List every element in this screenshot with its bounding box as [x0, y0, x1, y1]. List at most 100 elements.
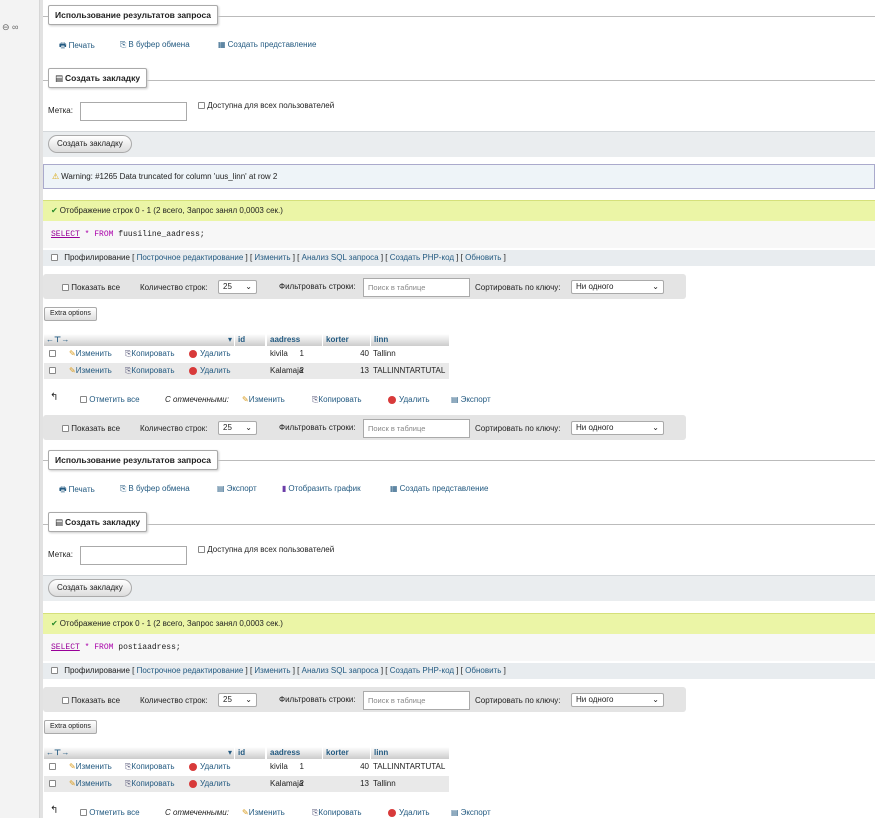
row-copy-link[interactable]: ⎘Копировать	[125, 346, 174, 362]
create-view-link[interactable]: ▦ Создать представление	[218, 40, 316, 49]
profiling-checkbox[interactable]	[51, 667, 58, 675]
edit-query-link[interactable]: Изменить	[254, 666, 290, 675]
filter-input[interactable]: Поиск в таблице	[363, 419, 470, 438]
bulk-copy-link[interactable]: ⎘Копировать	[312, 808, 361, 818]
column-header-aadress[interactable]: aadress	[267, 747, 322, 759]
row-edit-link[interactable]: ✎Изменить	[69, 346, 112, 362]
create-bookmark-button[interactable]: Создать закладку	[48, 579, 132, 597]
refresh-link[interactable]: Обновить	[465, 666, 501, 675]
sort-select[interactable]: Ни одного ⌄	[571, 421, 664, 435]
column-header-linn[interactable]: linn	[371, 747, 449, 759]
explain-sql-link[interactable]: Анализ SQL запроса	[302, 253, 379, 262]
bookmark-label-input[interactable]	[80, 102, 187, 121]
create-bookmark-button[interactable]: Создать закладку	[48, 135, 132, 153]
check-all-checkbox[interactable]	[80, 396, 87, 404]
bulk-delete-link[interactable]: Удалить	[388, 395, 430, 404]
bookmark-public-option[interactable]: Доступна для всех пользователей	[198, 101, 334, 110]
show-all-checkbox[interactable]	[62, 425, 69, 433]
bookmark-public-option[interactable]: Доступна для всех пользователей	[198, 545, 334, 554]
display-chart-link[interactable]: ▮ Отобразить график	[282, 484, 361, 493]
bulk-export-link[interactable]: ▤ Экспорт	[451, 395, 491, 404]
row-edit-link[interactable]: ✎Изменить	[69, 759, 112, 775]
print-link[interactable]: 🖶 Печать	[59, 484, 95, 498]
column-header-aadress[interactable]: aadress	[267, 334, 322, 346]
column-header-id[interactable]: id	[235, 334, 265, 346]
sort-arrow-icon[interactable]: ▾	[228, 334, 232, 346]
with-selected-label: С отмеченными:	[165, 395, 229, 404]
row-copy-link[interactable]: ⎘Копировать	[125, 776, 174, 792]
column-header-korter[interactable]: korter	[323, 334, 370, 346]
cell-aadress[interactable]: Kalamaja	[270, 363, 303, 379]
row-checkbox[interactable]	[49, 780, 56, 788]
row-delete-link[interactable]: Удалить	[189, 759, 231, 775]
public-checkbox[interactable]	[198, 546, 205, 554]
cell-aadress[interactable]: kivila	[270, 346, 288, 362]
bulk-delete-link[interactable]: Удалить	[388, 808, 430, 817]
bookmark-label-input[interactable]	[80, 546, 187, 565]
bulk-export-link[interactable]: ▤ Экспорт	[451, 808, 491, 817]
create-view-link[interactable]: ▦ Создать представление	[390, 484, 488, 493]
row-edit-link[interactable]: ✎Изменить	[69, 363, 112, 379]
column-header-id[interactable]: id	[235, 747, 265, 759]
extra-options-button[interactable]: Extra options	[44, 307, 97, 321]
cell-linn[interactable]: Tallinn	[373, 346, 396, 362]
filter-input[interactable]: Поиск в таблице	[363, 691, 470, 710]
row-copy-link[interactable]: ⎘Копировать	[125, 363, 174, 379]
profiling-checkbox[interactable]	[51, 254, 58, 262]
row-copy-link[interactable]: ⎘Копировать	[125, 759, 174, 775]
column-resize-icon[interactable]: ←⊤→	[46, 335, 69, 344]
cell-korter[interactable]: 40	[324, 759, 369, 775]
column-resize-icon[interactable]: ←⊤→	[46, 748, 69, 757]
row-checkbox[interactable]	[49, 367, 56, 375]
show-all-checkbox[interactable]	[62, 284, 69, 292]
sort-select[interactable]: Ни одного ⌄	[571, 280, 664, 294]
print-link[interactable]: 🖶 Печать	[59, 40, 95, 54]
row-delete-link[interactable]: Удалить	[189, 776, 231, 792]
column-header-linn[interactable]: linn	[371, 334, 449, 346]
check-all-option[interactable]: Отметить все	[80, 808, 140, 817]
collapse-link-icon[interactable]: ⊖ ∞	[2, 22, 18, 33]
filter-input[interactable]: Поиск в таблице	[363, 278, 470, 297]
cell-linn[interactable]: TALLINNTARTUTAL	[373, 759, 445, 775]
rows-select[interactable]: 25 ⌄	[218, 693, 257, 707]
public-checkbox[interactable]	[198, 102, 205, 110]
bulk-edit-link[interactable]: ✎Изменить	[242, 808, 285, 817]
cell-linn[interactable]: Tallinn	[373, 776, 396, 792]
show-all-option[interactable]: Показать все	[62, 424, 120, 433]
row-edit-link[interactable]: ✎Изменить	[69, 776, 112, 792]
column-header-korter[interactable]: korter	[323, 747, 370, 759]
check-all-option[interactable]: Отметить все	[80, 395, 140, 404]
sort-select[interactable]: Ни одного ⌄	[571, 693, 664, 707]
cell-korter[interactable]: 13	[324, 776, 369, 792]
refresh-link[interactable]: Обновить	[465, 253, 501, 262]
row-checkbox[interactable]	[49, 350, 56, 358]
create-php-link[interactable]: Создать PHP-код	[390, 253, 454, 262]
row-checkbox[interactable]	[49, 763, 56, 771]
copy-clipboard-link[interactable]: ⎘ В буфер обмена	[120, 484, 190, 494]
create-php-link[interactable]: Создать PHP-код	[390, 666, 454, 675]
cell-korter[interactable]: 40	[324, 346, 369, 362]
edit-query-link[interactable]: Изменить	[254, 253, 290, 262]
show-all-option[interactable]: Показать все	[62, 696, 120, 705]
show-all-checkbox[interactable]	[62, 697, 69, 705]
export-link[interactable]: ▤ Экспорт	[217, 484, 257, 493]
rows-select[interactable]: 25 ⌄	[218, 421, 257, 435]
cell-aadress[interactable]: Kalamaja	[270, 776, 303, 792]
explain-sql-link[interactable]: Анализ SQL запроса	[302, 666, 379, 675]
cell-korter[interactable]: 13	[324, 363, 369, 379]
inline-edit-link[interactable]: Построчное редактирование	[137, 253, 244, 262]
extra-options-button[interactable]: Extra options	[44, 720, 97, 734]
cell-linn[interactable]: TALLINNTARTUTAL	[373, 363, 445, 379]
inline-edit-link[interactable]: Построчное редактирование	[137, 666, 244, 675]
bulk-edit-link[interactable]: ✎Изменить	[242, 395, 285, 404]
filter-label: Фильтровать строки:	[279, 695, 356, 704]
show-all-option[interactable]: Показать все	[62, 283, 120, 292]
sort-arrow-icon[interactable]: ▾	[228, 747, 232, 759]
rows-select[interactable]: 25 ⌄	[218, 280, 257, 294]
check-all-checkbox[interactable]	[80, 809, 87, 817]
bulk-copy-link[interactable]: ⎘Копировать	[312, 395, 361, 405]
row-delete-link[interactable]: Удалить	[189, 363, 231, 379]
row-delete-link[interactable]: Удалить	[189, 346, 231, 362]
copy-clipboard-link[interactable]: ⎘ В буфер обмена	[120, 40, 190, 50]
cell-aadress[interactable]: kivila	[270, 759, 288, 775]
